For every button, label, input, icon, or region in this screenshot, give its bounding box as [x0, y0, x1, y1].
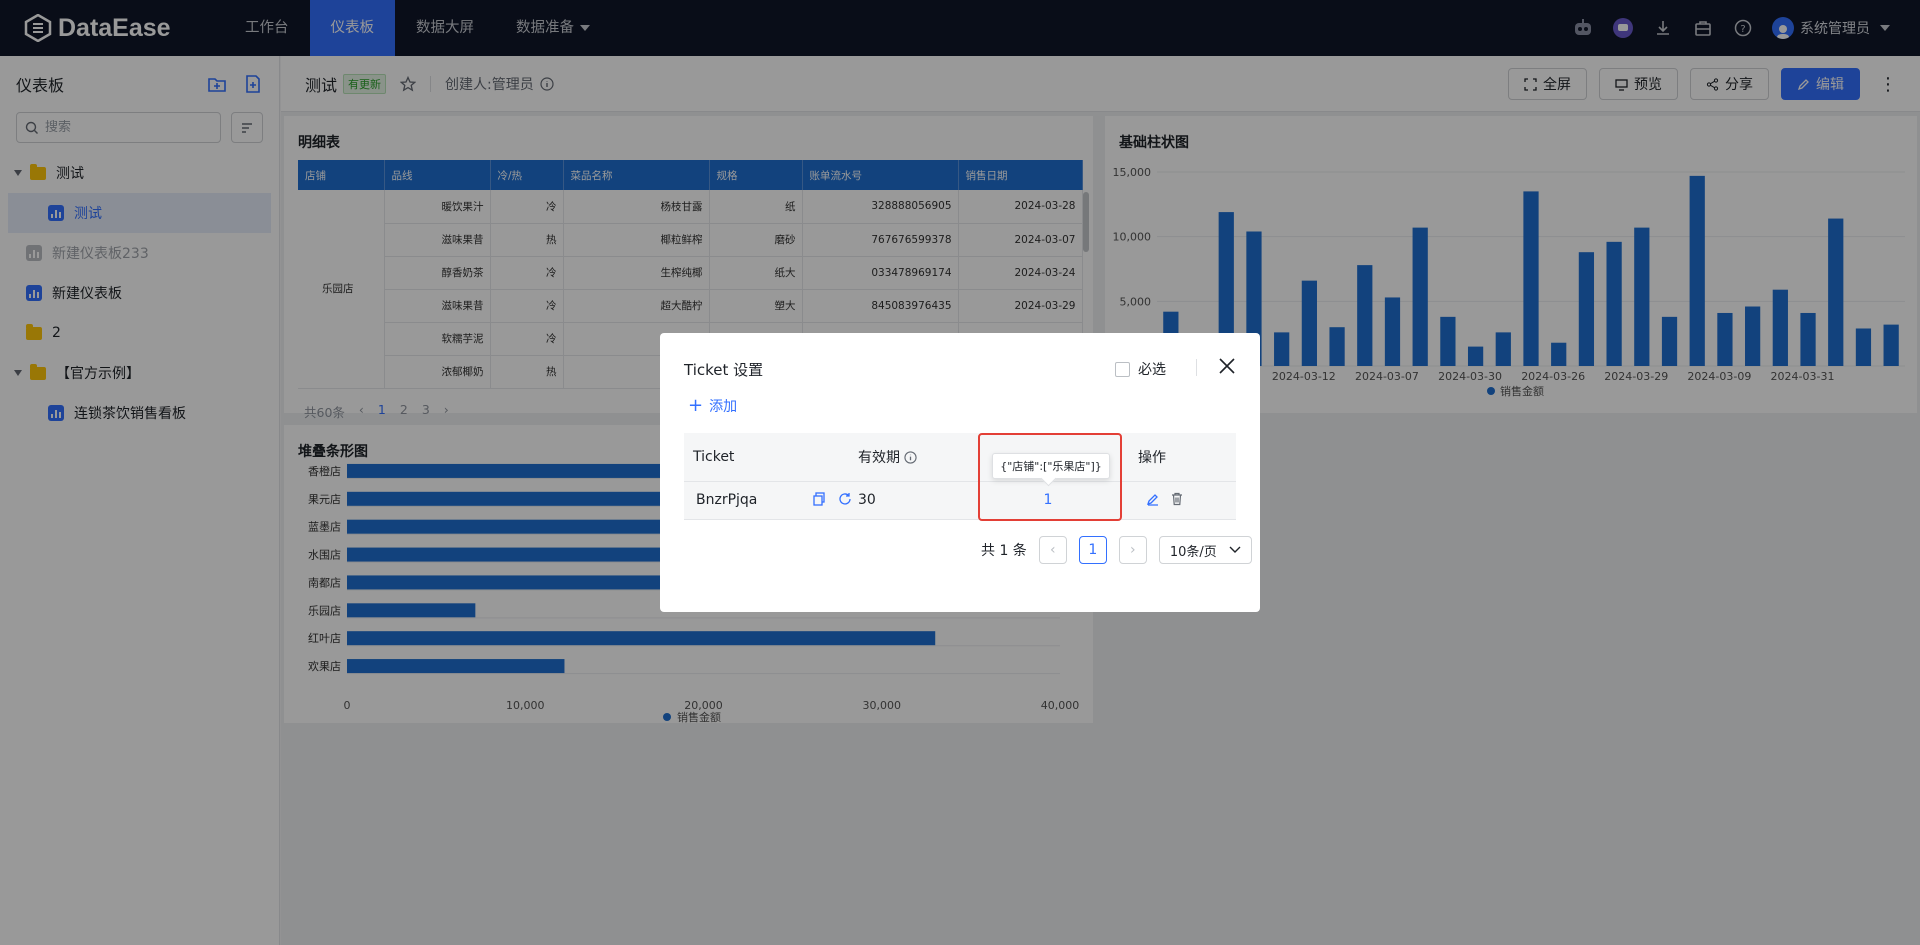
copy-icon[interactable] [812, 492, 826, 506]
validity-col-label: 有效期 [858, 449, 900, 466]
ticket-settings-dialog: Ticket 设置 必选 + 添加 Ticket 有效期 操作 BnzrPjqa … [660, 333, 1260, 612]
dialog-title: Ticket 设置 [684, 361, 764, 379]
edit-icon[interactable] [1146, 492, 1160, 506]
ticket-value: BnzrPjqa [696, 492, 758, 508]
table-header: 操作 [1118, 433, 1236, 482]
table-row: BnzrPjqa 30 1 [684, 481, 1236, 520]
pager-total: 共 1 条 [981, 543, 1027, 559]
info-icon[interactable] [904, 451, 918, 464]
table-header: 有效期 [858, 433, 978, 482]
required-label: 必选 [1138, 362, 1166, 378]
delete-icon[interactable] [1170, 492, 1184, 506]
validity-value: 30 [858, 481, 978, 520]
ticket-table: Ticket 有效期 操作 BnzrPjqa 30 1 [684, 433, 1236, 520]
refresh-icon[interactable] [838, 492, 852, 506]
add-ticket-button[interactable]: + 添加 [688, 396, 737, 416]
required-checkbox[interactable] [1115, 361, 1130, 377]
args-tooltip: {"店铺":["乐果店"]} [992, 453, 1110, 479]
actions-cell [1118, 481, 1236, 520]
page-size-value: 10条/页 [1169, 544, 1217, 560]
table-header: Ticket [684, 433, 858, 482]
ticket-cell: BnzrPjqa [684, 481, 858, 520]
dialog-pager: 共 1 条 ‹ 1 › 10条/页 [981, 536, 1252, 564]
pager-page[interactable]: 1 [1078, 536, 1107, 564]
ticket-col-label: Ticket [693, 448, 735, 465]
chevron-down-icon [1229, 546, 1241, 553]
required-option[interactable]: 必选 [1115, 359, 1166, 379]
page-size-select[interactable]: 10条/页 [1158, 536, 1252, 564]
add-label: 添加 [709, 399, 738, 415]
plus-icon: + [688, 395, 704, 416]
close-icon[interactable] [1216, 355, 1238, 377]
pager-next-button[interactable]: › [1118, 536, 1147, 564]
pager-prev-button[interactable]: ‹ [1038, 536, 1067, 564]
actions-col-label: 操作 [1138, 449, 1166, 466]
